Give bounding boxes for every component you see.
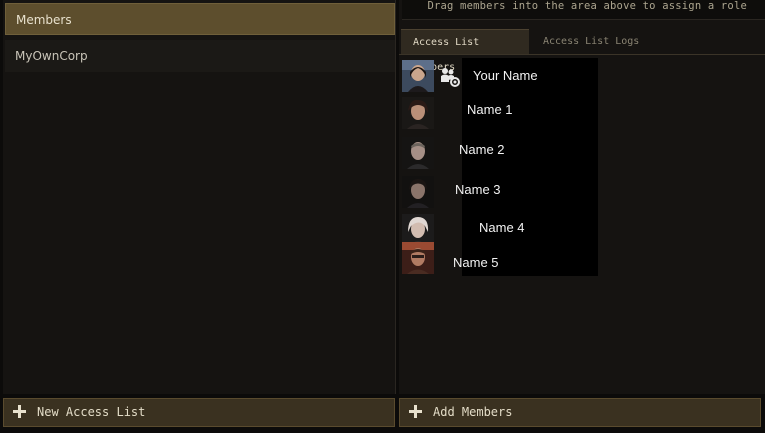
member-portrait — [402, 176, 434, 208]
member-portrait — [402, 60, 434, 92]
role-drop-area[interactable]: Drag members into the area above to assi… — [402, 0, 765, 20]
manager-role-icon — [439, 66, 461, 88]
new-access-list-label: New Access List — [37, 405, 146, 419]
member-row[interactable]: Name 5 — [402, 242, 598, 276]
member-name: Your Name — [473, 68, 538, 83]
access-list-item-label: MyOwnCorp — [15, 49, 88, 63]
window-bottom-edge — [0, 427, 765, 433]
new-access-list-button[interactable]: New Access List — [3, 398, 395, 427]
member-row[interactable]: Your Name — [402, 58, 598, 92]
access-list-item-members[interactable]: Members — [5, 3, 395, 35]
tab-label: Access List Logs — [543, 36, 640, 47]
tab-access-list-members[interactable]: Access List Members — [401, 29, 529, 73]
member-name: Name 1 — [467, 102, 513, 117]
members-list: Your Name Name 1 Name 2 Name 3 Name 4 Na… — [399, 56, 765, 394]
member-portrait — [402, 137, 434, 169]
member-name: Name 5 — [453, 255, 499, 270]
tab-bar: Access List Members Access List Logs — [399, 29, 765, 73]
access-list-window: Members MyOwnCorp Drag members into the … — [0, 0, 765, 433]
drag-hint-text: Drag members into the area above to assi… — [427, 0, 747, 12]
member-portrait — [402, 242, 434, 274]
access-list-detail-panel: Drag members into the area above to assi… — [399, 0, 765, 394]
tab-access-list-logs[interactable]: Access List Logs — [531, 29, 651, 54]
member-row[interactable]: Name 2 — [402, 132, 598, 172]
plus-icon — [12, 404, 28, 420]
member-row[interactable]: Name 3 — [402, 172, 598, 210]
member-portrait — [402, 97, 434, 129]
access-lists-panel: Members MyOwnCorp — [3, 0, 396, 394]
member-name: Name 2 — [459, 142, 505, 157]
member-name: Name 3 — [455, 182, 501, 197]
add-members-button[interactable]: Add Members — [399, 398, 761, 427]
plus-icon — [408, 404, 424, 420]
access-list-item-myowncorp[interactable]: MyOwnCorp — [5, 40, 395, 72]
add-members-label: Add Members — [433, 405, 513, 419]
access-list-item-label: Members — [16, 13, 72, 27]
member-row[interactable]: Name 1 — [402, 92, 598, 132]
member-name: Name 4 — [479, 220, 525, 235]
